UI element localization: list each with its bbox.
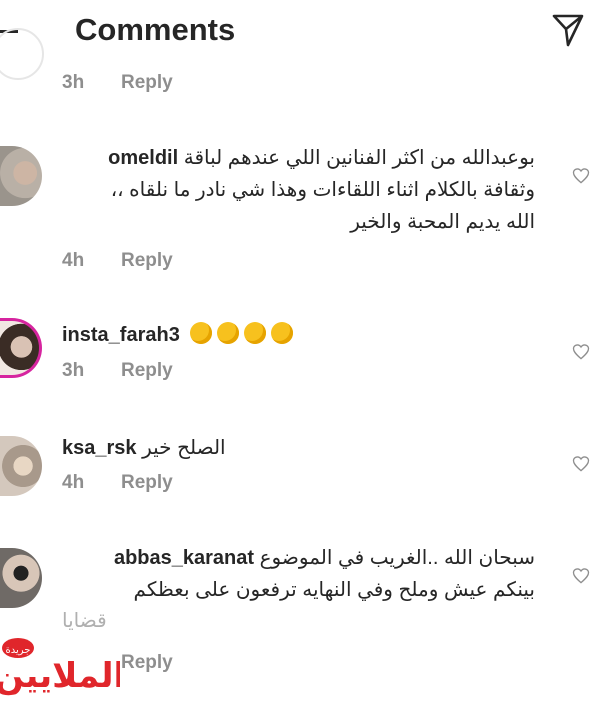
comment-text: ksa_rsk الصلح خير bbox=[62, 432, 226, 464]
page-title: Comments bbox=[75, 12, 236, 47]
username[interactable]: ksa_rsk bbox=[62, 437, 137, 459]
watermark-small-text: جريدة bbox=[6, 645, 31, 656]
reply-button[interactable]: Reply bbox=[121, 72, 173, 94]
heart-icon[interactable] bbox=[571, 166, 591, 186]
avatar[interactable] bbox=[0, 436, 42, 496]
send-icon[interactable] bbox=[551, 12, 585, 48]
avatar[interactable] bbox=[0, 548, 42, 608]
reply-button[interactable]: Reply bbox=[121, 472, 173, 494]
username[interactable]: abbas_karanat bbox=[114, 547, 254, 569]
comment-line: بوعبدالله من اكثر الفنانين اللي عندهم لب… bbox=[183, 147, 535, 169]
reply-button[interactable]: Reply bbox=[121, 652, 173, 674]
comment-time: 4h bbox=[62, 472, 85, 493]
avatar[interactable] bbox=[0, 146, 42, 206]
comment-time: 4h bbox=[62, 250, 85, 271]
avatar[interactable] bbox=[0, 318, 42, 378]
comment-line-faded: قضايا bbox=[62, 610, 107, 632]
comment-line: سبحان الله ..الغريب في الموضوع bbox=[259, 547, 535, 569]
comment-line: بينكم عيش وملح وفي النهايه ترفعون على بع… bbox=[133, 579, 535, 601]
comment-time: 3h bbox=[62, 72, 85, 93]
heart-icon[interactable] bbox=[571, 342, 591, 362]
username[interactable]: insta_farah3 bbox=[62, 324, 180, 346]
reply-button[interactable]: Reply bbox=[121, 360, 173, 382]
header: Comments bbox=[0, 0, 595, 64]
heart-icon[interactable] bbox=[571, 454, 591, 474]
watermark-big-text: الملايين bbox=[0, 656, 120, 696]
clapping-hands-emoji-icon bbox=[244, 322, 267, 344]
clapping-hands-emoji-icon bbox=[217, 322, 240, 344]
previous-comment: 3h Reply bbox=[0, 28, 595, 100]
heart-icon[interactable] bbox=[571, 566, 591, 586]
watermark-logo: جريدة الملايين bbox=[0, 632, 125, 702]
avatar[interactable] bbox=[0, 28, 44, 80]
clapping-hands-emoji-icon bbox=[271, 322, 294, 344]
comment-line: الله يديم المحبة والخير bbox=[350, 211, 535, 233]
reply-button[interactable]: Reply bbox=[121, 250, 173, 272]
comment-text: سبحان الله ..الغريب في الموضوع abbas_kar… bbox=[62, 542, 535, 606]
username[interactable]: omeldil bbox=[108, 147, 178, 169]
comment-text: insta_farah3 bbox=[62, 322, 294, 347]
comment-line: وثقافة بالكلام اثناء اللقاءات وهذا شي نا… bbox=[110, 179, 535, 201]
comment-text: بوعبدالله من اكثر الفنانين اللي عندهم لب… bbox=[62, 142, 535, 238]
clapping-hands-emoji-icon bbox=[190, 322, 213, 344]
comment-line: الصلح خير bbox=[142, 437, 226, 459]
comment-time: 3h bbox=[62, 360, 85, 381]
